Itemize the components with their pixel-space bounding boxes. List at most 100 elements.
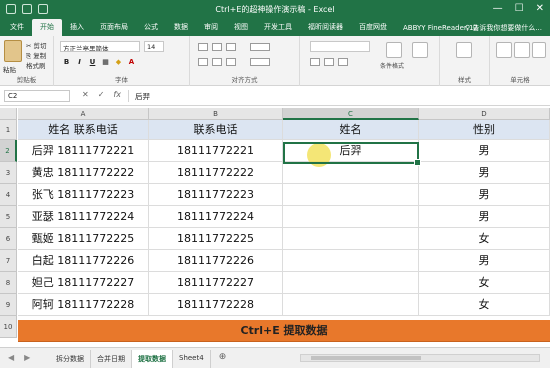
ribbon-tab-8[interactable]: 开发工具 [256,19,300,36]
table-cell[interactable]: 18111772221 [149,140,283,162]
currency-icon[interactable] [310,58,320,66]
header-cell[interactable]: 联系电话 [149,120,283,140]
number-format-select[interactable] [310,41,370,52]
wrap-text-icon[interactable] [250,43,270,51]
conditional-format-button[interactable]: 条件格式 [380,61,404,70]
ribbon-tab-5[interactable]: 数据 [166,19,196,36]
align-bottom-icon[interactable] [226,43,236,51]
fill-color-icon[interactable]: ◆ [114,58,123,66]
table-cell[interactable]: 阿轲 18111772228 [18,294,149,316]
table-cell[interactable] [283,206,419,228]
table-cell[interactable]: 18111772228 [149,294,283,316]
header-cell[interactable]: 姓名 [283,120,419,140]
table-cell[interactable] [283,184,419,206]
table-format-icon[interactable] [412,42,428,58]
column-header-d[interactable]: D [419,108,550,120]
ribbon-tab-3[interactable]: 页面布局 [92,19,136,36]
formula-input[interactable]: 后羿 [128,90,546,102]
table-cell[interactable]: 妲己 18111772227 [18,272,149,294]
table-cell[interactable]: 甄姬 18111772225 [18,228,149,250]
cut-button[interactable]: ✂ 剪切 [26,40,47,50]
align-top-icon[interactable] [198,43,208,51]
comma-icon[interactable] [338,58,348,66]
ribbon-tab-9[interactable]: 福昕阅读器 [300,19,351,36]
ribbon-tab-2[interactable]: 插入 [62,19,92,36]
table-cell[interactable] [283,162,419,184]
conditional-format-icon[interactable] [386,42,402,58]
table-cell[interactable]: 18111772226 [149,250,283,272]
table-cell[interactable] [283,228,419,250]
paste-icon[interactable] [4,40,22,62]
sheet-tab-1[interactable]: 合并日期 [91,350,132,368]
row-header-10[interactable]: 10 [0,316,17,338]
name-box[interactable]: C2 [4,90,70,102]
table-cell[interactable] [283,294,419,316]
ribbon-tab-0[interactable]: 文件 [2,19,32,36]
table-cell[interactable]: 18111772222 [149,162,283,184]
table-cell[interactable]: 男 [419,162,550,184]
underline-button[interactable]: U [88,58,97,66]
column-header-a[interactable]: A [18,108,149,120]
tell-me-search[interactable]: ♀ 告诉我你想要做什么... [465,23,542,33]
table-cell[interactable]: 18111772223 [149,184,283,206]
scrollbar-thumb[interactable] [311,356,421,360]
cell-style-icon[interactable] [456,42,472,58]
sheet-tab-3[interactable]: Sheet4 [173,350,211,368]
insert-cells-icon[interactable] [496,42,512,58]
row-header-5[interactable]: 5 [0,206,17,228]
table-cell[interactable]: 男 [419,206,550,228]
row-header-9[interactable]: 9 [0,294,17,316]
minimize-icon[interactable]: — [493,3,503,14]
table-cell[interactable]: 男 [419,184,550,206]
cancel-icon[interactable]: ✕ [82,90,89,99]
row-header-4[interactable]: 4 [0,184,17,206]
confirm-icon[interactable]: ✓ [98,90,105,99]
row-header-3[interactable]: 3 [0,162,17,184]
ribbon-tab-7[interactable]: 视图 [226,19,256,36]
row-header-7[interactable]: 7 [0,250,17,272]
active-cell-selection[interactable] [283,142,421,166]
table-cell[interactable]: 后羿 18111772221 [18,140,149,162]
column-header-b[interactable]: B [149,108,283,120]
format-cells-icon[interactable] [532,42,546,58]
table-cell[interactable]: 张飞 18111772223 [18,184,149,206]
sheet-tab-2[interactable]: 提取数据 [132,350,173,368]
align-center-icon[interactable] [212,58,222,66]
prev-sheet-icon[interactable]: ◀ [8,353,14,362]
table-cell[interactable]: 女 [419,228,550,250]
ribbon-tab-4[interactable]: 公式 [136,19,166,36]
align-middle-icon[interactable] [212,43,222,51]
merge-center-icon[interactable] [250,58,270,66]
format-painter-button[interactable]: 格式刷 [26,60,46,70]
percent-icon[interactable] [324,58,334,66]
column-header-c[interactable]: C [283,108,419,120]
row-header-1[interactable]: 1 [0,120,17,140]
row-header-8[interactable]: 8 [0,272,17,294]
select-all-corner[interactable] [0,108,17,120]
font-name-select[interactable]: 方正兰亭黑简体 [60,41,140,52]
italic-button[interactable]: I [75,58,84,66]
table-cell[interactable]: 男 [419,250,550,272]
table-cell[interactable]: 18111772225 [149,228,283,250]
table-cell[interactable]: 18111772224 [149,206,283,228]
table-cell[interactable]: 女 [419,294,550,316]
table-cell[interactable]: 黄忠 18111772222 [18,162,149,184]
paste-button[interactable]: 粘贴 [3,64,16,74]
insert-function-icon[interactable]: fx [113,90,121,99]
maximize-icon[interactable]: ☐ [515,3,524,14]
delete-cells-icon[interactable] [514,42,530,58]
border-icon[interactable]: ▦ [101,58,110,66]
table-cell[interactable]: 女 [419,272,550,294]
ribbon-tab-6[interactable]: 审阅 [196,19,226,36]
row-header-6[interactable]: 6 [0,228,17,250]
header-cell[interactable]: 性别 [419,120,550,140]
ribbon-tab-1[interactable]: 开始 [32,19,62,36]
table-cell[interactable] [283,250,419,272]
table-cell[interactable]: 18111772227 [149,272,283,294]
font-size-select[interactable]: 14 [144,41,164,52]
close-icon[interactable]: ✕ [536,3,544,14]
table-cell[interactable] [283,272,419,294]
horizontal-scrollbar[interactable] [300,354,540,362]
font-color-icon[interactable]: A [127,58,136,66]
align-left-icon[interactable] [198,58,208,66]
